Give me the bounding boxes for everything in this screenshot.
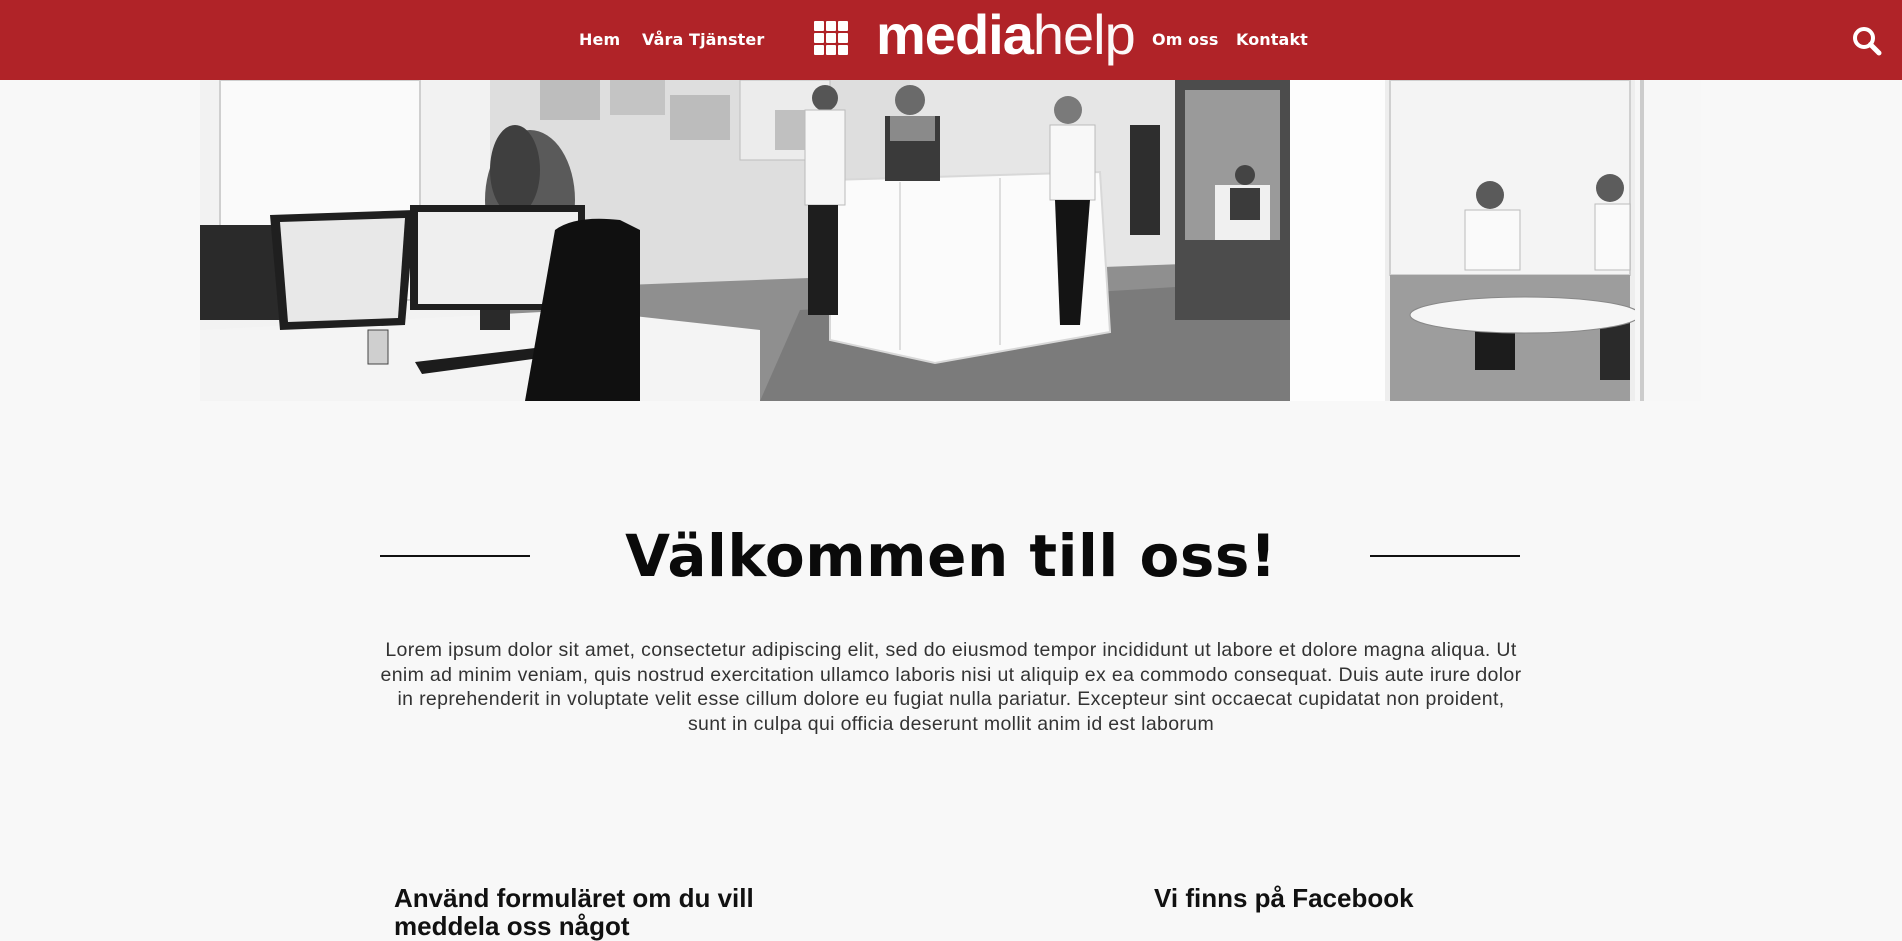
facebook-heading: Vi finns på Facebook	[1154, 883, 1414, 913]
nav-link-hem[interactable]: Hem	[579, 30, 620, 49]
logo-text-help: help	[1032, 3, 1136, 66]
search-icon[interactable]	[1852, 26, 1882, 56]
welcome-body-text: Lorem ipsum dolor sit amet, consectetur …	[380, 639, 1522, 735]
nav-link-om-oss[interactable]: Om oss	[1152, 30, 1218, 49]
title-rule-left	[380, 555, 530, 557]
welcome-title: Välkommen till oss!	[625, 522, 1277, 590]
nav-link-vara-tjanster[interactable]: Våra Tjänster	[642, 30, 764, 49]
grid-menu-icon[interactable]	[814, 21, 848, 55]
contact-form-heading: Använd formuläret om du vill meddela oss…	[394, 883, 754, 941]
nav-link-kontakt[interactable]: Kontakt	[1236, 30, 1308, 49]
logo-text-media: media	[876, 3, 1034, 66]
top-navigation-bar: Hem Våra Tjänster mediahelp Om oss Konta…	[0, 0, 1902, 80]
hero-office-photo	[200, 80, 1701, 401]
title-rule-right	[1370, 555, 1520, 557]
mediahelp-logo[interactable]: mediahelp	[876, 3, 1136, 66]
